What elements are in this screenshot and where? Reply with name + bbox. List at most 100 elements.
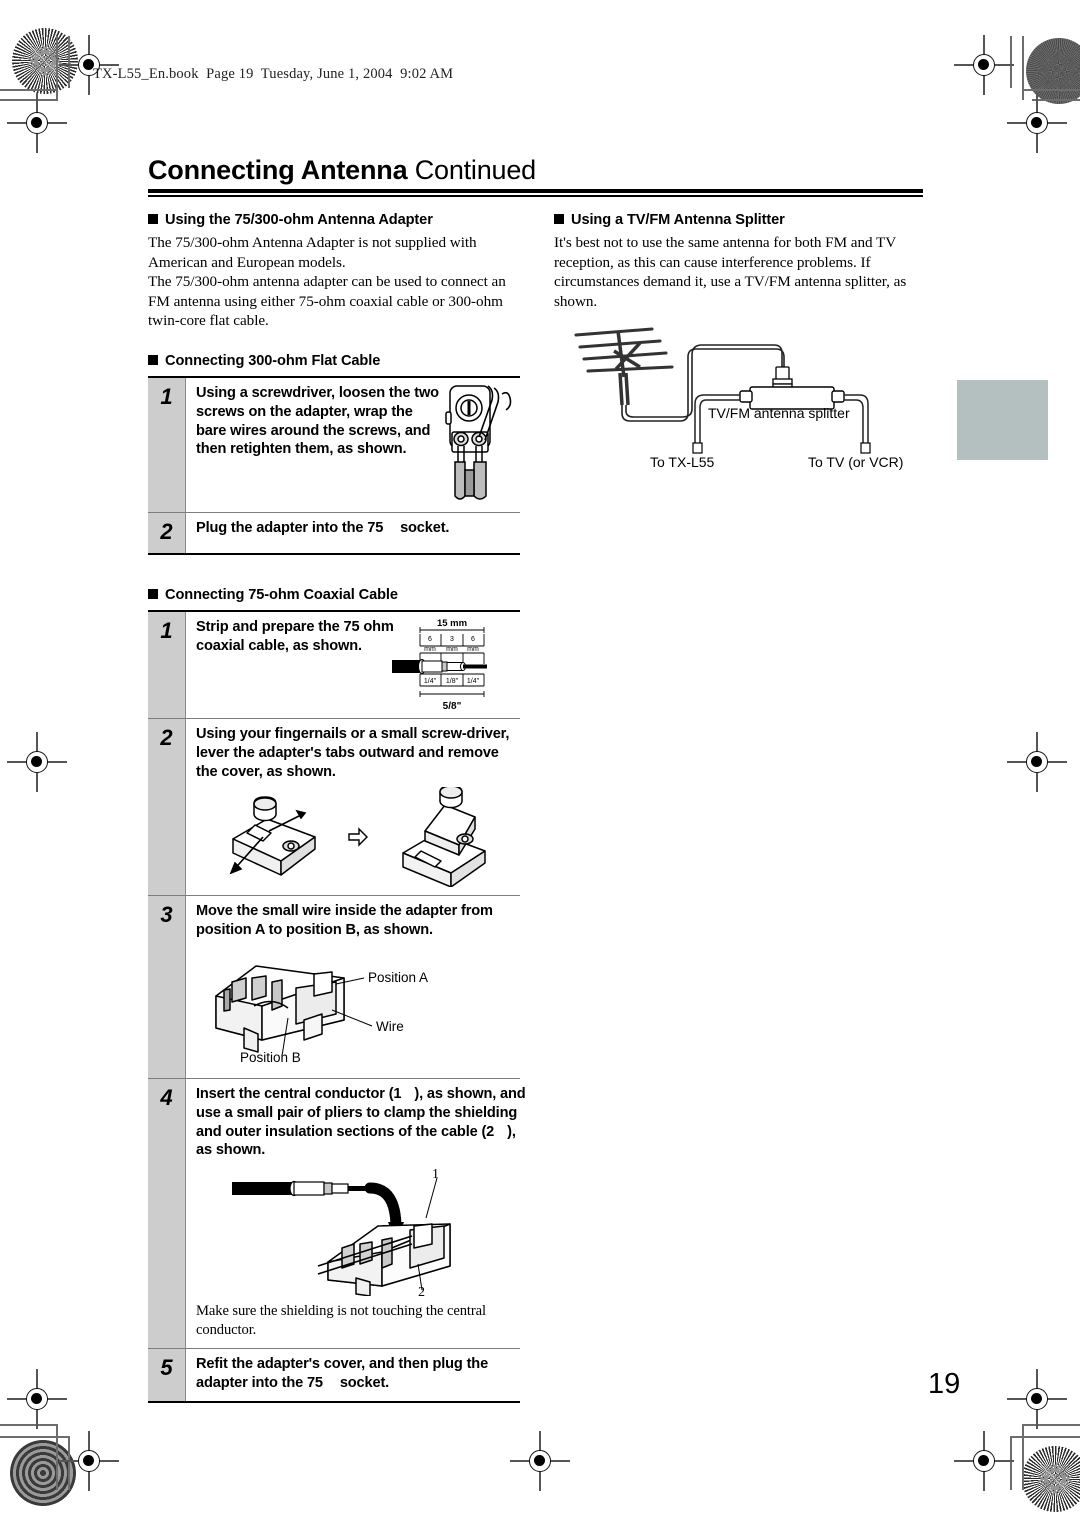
step-text: Using a screwdriver, loosen the two scre… (196, 384, 439, 458)
page-number: 19 (928, 1368, 961, 1400)
registration-mark-bottom-center (510, 1431, 570, 1491)
step-number: 3 (148, 896, 185, 1078)
svg-text:1/8": 1/8" (446, 678, 459, 685)
paragraph-splitter: It's best not to use the same antenna fo… (554, 234, 907, 310)
registration-mark-upper-left (7, 93, 67, 153)
step-text-suffix: socket. (339, 1374, 390, 1391)
label-position-a: Position A (368, 970, 428, 985)
step-number: 1 (148, 611, 185, 718)
heading-using-adapter: Using the 75/300-ohm Antenna Adapter (148, 212, 520, 228)
label-to-receiver: To TX-L55 (650, 454, 715, 470)
step-number: 5 (148, 1349, 185, 1401)
svg-text:mm: mm (467, 646, 479, 653)
page-title-main: Connecting Antenna (148, 155, 408, 185)
crop-line-tl-v2 (68, 36, 70, 88)
crop-line-br-h2 (1010, 1436, 1080, 1438)
registration-starburst-top-right (1026, 38, 1080, 104)
svg-text:1/4": 1/4" (467, 678, 480, 685)
section-tab-marker (957, 380, 1048, 460)
adapter-wire-position-illustration: Position A Wire Position B (196, 948, 520, 1070)
label-splitter: TV/FM antenna splitter (708, 405, 850, 421)
registration-mark-mid-left (7, 732, 67, 792)
callout-one: 1 (432, 1167, 439, 1182)
paragraph-adapter-1: The 75/300-ohm Antenna Adapter is not su… (148, 234, 477, 271)
svg-text:6: 6 (428, 636, 432, 643)
crop-line-bl-h (0, 1424, 58, 1426)
step-row: 1 Strip and prepare the 75 ohm coaxial c… (148, 611, 520, 719)
step-row: 3 Move the small wire inside the adapter… (148, 896, 520, 1079)
bullet-square-icon (148, 354, 158, 365)
bullet-square-icon (148, 214, 158, 224)
crop-line-tr-h (1022, 89, 1080, 91)
label-to-tv: To TV (or VCR) (808, 454, 903, 470)
svg-text:1/4": 1/4" (424, 678, 437, 685)
page-title: Connecting Antenna Continued (148, 155, 923, 186)
step-number: 4 (148, 1078, 185, 1349)
step-text-part1: Insert the central conductor (1 (196, 1085, 402, 1102)
step-row: 5 Refit the adapter's cover, and then pl… (148, 1349, 520, 1403)
paragraph-adapter-2: The 75/300-ohm antenna adapter can be us… (148, 273, 506, 330)
registration-mark-upper-right (1007, 93, 1067, 153)
dim-total-mm: 15 mm (437, 618, 467, 629)
cable-insertion-illustration: 1 2 (196, 1166, 526, 1297)
crop-line-tr-h2 (1032, 99, 1080, 101)
dim-total-in: 5/8" (443, 701, 462, 712)
left-column: Using the 75/300-ohm Antenna Adapter The… (148, 212, 526, 1403)
step-text: Move the small wire inside the adapter f… (196, 903, 493, 939)
crop-line-br-v (1022, 1424, 1024, 1490)
heading-tvfm-splitter: Using a TV/FM Antenna Splitter (554, 212, 926, 228)
step-text: Strip and prepare the 75 ohm coaxial cab… (196, 618, 394, 654)
step-row: 2 Using your fingernails or a small scre… (148, 718, 520, 897)
book-header-line: TX-L55_En.book Page 19 Tuesday, June 1, … (93, 66, 454, 82)
svg-text:6: 6 (471, 636, 475, 643)
crop-line-tr-v (1010, 36, 1012, 88)
adapter-screws-screwdriver-illustration (436, 384, 516, 506)
step-row: 4 Insert the central conductor (1), as s… (148, 1078, 526, 1350)
crop-line-tl-h (0, 89, 58, 91)
step-number: 2 (148, 512, 185, 553)
step-number: 2 (148, 718, 185, 896)
registration-mark-bottom-right (954, 1431, 1014, 1491)
label-position-b: Position B (240, 1050, 301, 1065)
bullet-square-icon (148, 588, 158, 599)
registration-mark-mid-right (1007, 732, 1067, 792)
label-wire: Wire (376, 1019, 404, 1034)
step-text: Plug the adapter into the 75 (196, 519, 384, 536)
crop-line-tl-v (56, 36, 58, 100)
crop-line-bl-v2 (68, 1436, 70, 1490)
svg-text:mm: mm (446, 646, 458, 653)
arrow-right-icon (348, 827, 368, 848)
callout-two: 2 (418, 1285, 425, 1296)
steps-75ohm: 1 Strip and prepare the 75 ohm coaxial c… (148, 609, 526, 1403)
heading-connecting-300ohm: Connecting 300-ohm Flat Cable (148, 353, 520, 369)
crop-line-br-h (1022, 1424, 1080, 1426)
right-column: Using a TV/FM Antenna Splitter It's best… (554, 212, 926, 471)
crop-line-bl-h2 (0, 1436, 70, 1438)
title-rule-thin (148, 195, 923, 197)
registration-mark-lower-right (1007, 1369, 1067, 1429)
registration-starburst-bottom-left (10, 1440, 76, 1506)
heading-connecting-75ohm: Connecting 75-ohm Coaxial Cable (148, 587, 520, 603)
adapter-cover-removal-illustration (196, 787, 520, 888)
tv-fm-antenna-splitter-diagram: TV/FM antenna splitter To TX-L55 To TV (… (554, 321, 926, 471)
bullet-square-icon (554, 214, 564, 224)
coaxial-cable-dimensions-illustration: 15 mm 6 3 6 mm mm mm 1/4" 1/8" 1/4" 5/8" (392, 616, 512, 712)
svg-text:mm: mm (424, 646, 436, 653)
step-row: 1 Using a screwdriver, loosen the two sc… (148, 377, 520, 513)
step-text: Using your fingernails or a small screw-… (196, 725, 510, 780)
step-note: Make sure the shielding is not touching … (196, 1303, 486, 1339)
steps-300ohm: 1 Using a screwdriver, loosen the two sc… (148, 375, 520, 555)
step-number: 1 (148, 377, 185, 512)
registration-mark-lower-left (7, 1369, 67, 1429)
title-rule-thick (148, 189, 923, 193)
crop-line-br-v2 (1010, 1436, 1012, 1490)
step-text-suffix: socket. (400, 519, 450, 536)
registration-mark-bottom-left (59, 1431, 119, 1491)
svg-text:3: 3 (450, 636, 454, 643)
step-row: 2 Plug the adapter into the 75 socket. (148, 512, 520, 555)
registration-mark-top-right (954, 35, 1014, 95)
crop-line-bl-v (56, 1424, 58, 1490)
registration-starburst-bottom-right (1022, 1446, 1080, 1512)
crop-line-tl-h2 (0, 99, 58, 101)
page-title-continued: Continued (414, 155, 536, 185)
